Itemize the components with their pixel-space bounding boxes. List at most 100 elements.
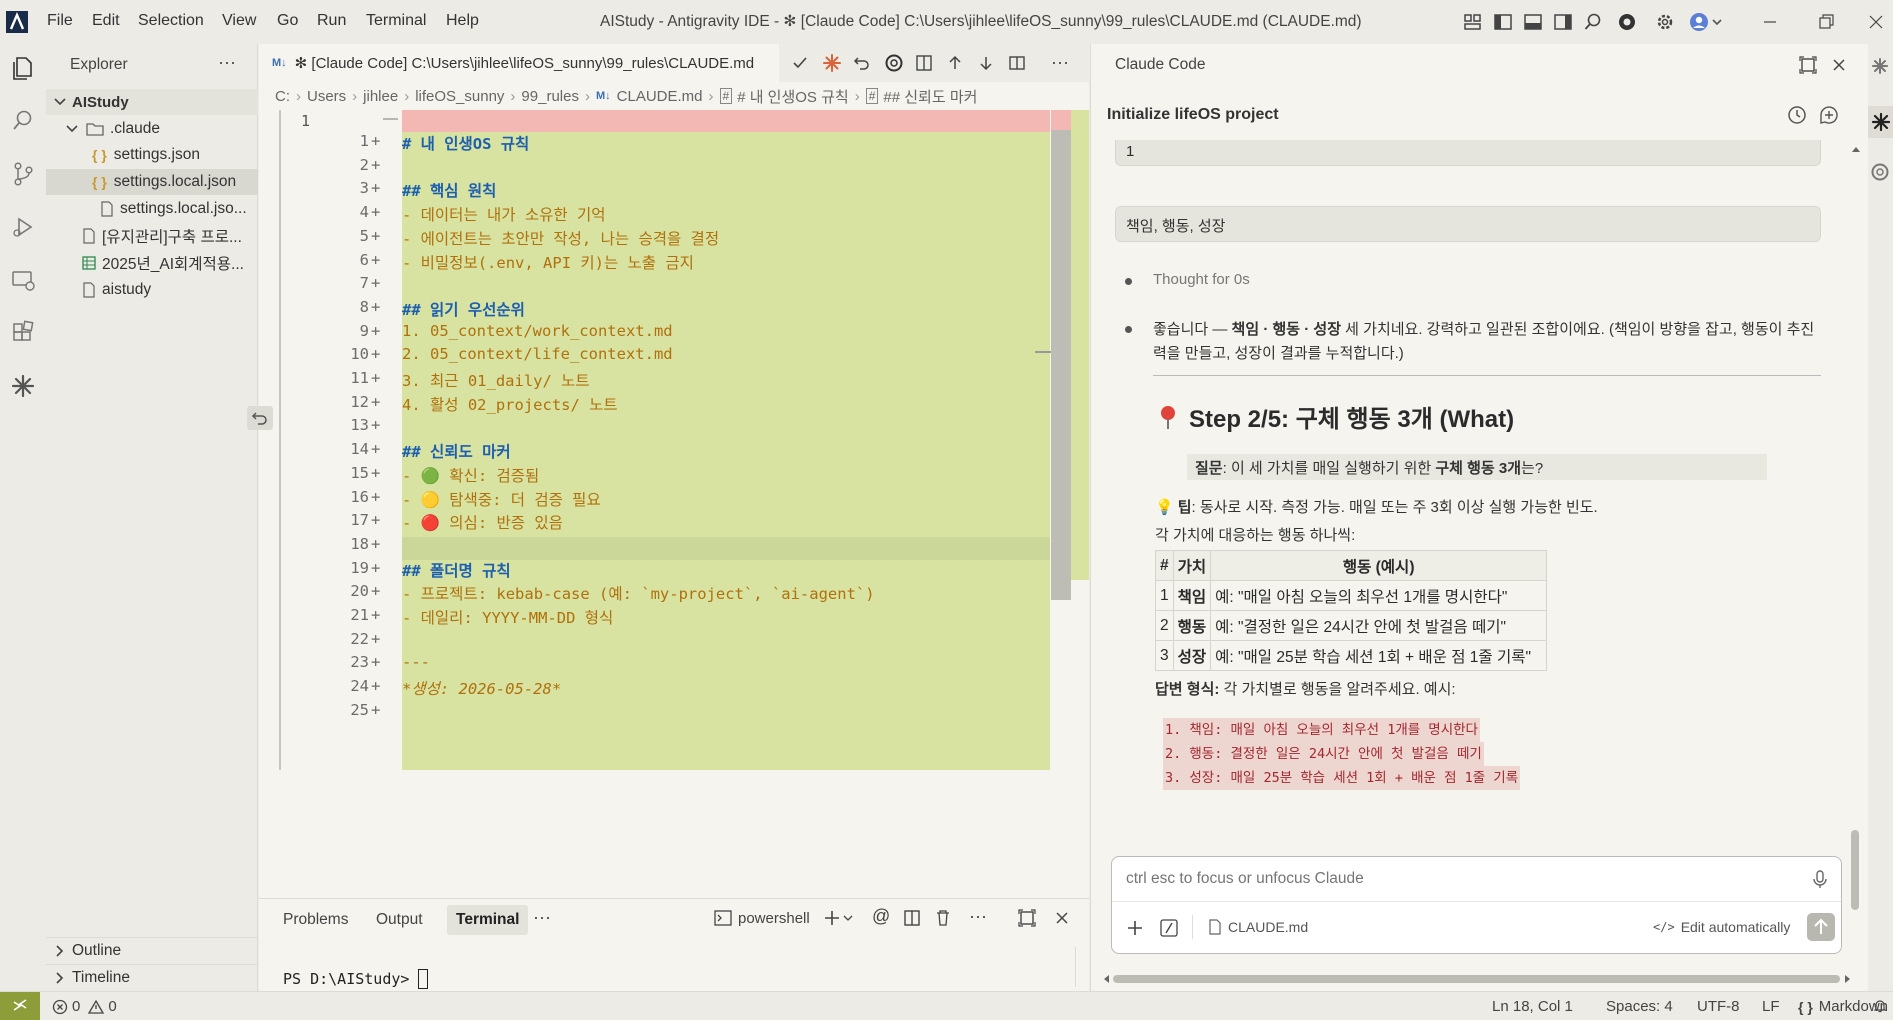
menu-view[interactable]: View — [222, 12, 256, 30]
terminal-more-icon[interactable]: ··· — [969, 906, 987, 927]
code-line[interactable]: 8 + ## 읽기 우선순위 — [259, 298, 1059, 322]
extensions-icon[interactable] — [9, 319, 37, 347]
more-actions-icon[interactable]: ··· — [1051, 52, 1069, 73]
breadcrumb-item[interactable]: C: — [275, 88, 290, 105]
source-control-icon[interactable] — [9, 160, 37, 188]
claude-spark-icon[interactable] — [822, 53, 842, 73]
settings-gear-icon[interactable] — [1655, 12, 1675, 32]
kill-terminal-icon[interactable] — [934, 909, 952, 927]
close-panel-icon[interactable] — [1053, 909, 1071, 927]
code-line[interactable]: 16 + - 🟡 탐색중: 더 검증 필요 — [259, 488, 1059, 512]
timeline-section[interactable]: Timeline — [46, 964, 258, 990]
claude-active-tab[interactable] — [1868, 106, 1893, 138]
maximize-claude-icon[interactable] — [1799, 56, 1817, 74]
menu-terminal[interactable]: Terminal — [366, 12, 426, 30]
code-line[interactable]: 24 + *생성: 2026-05-28* — [259, 677, 1059, 701]
remote-explorer-icon[interactable] — [9, 266, 37, 294]
send-button[interactable] — [1807, 913, 1835, 941]
notifications-icon[interactable] — [1872, 998, 1888, 1014]
undo-icon[interactable] — [853, 54, 871, 72]
code-line[interactable]: 12 +4. 활성 02_projects/ 노트 — [259, 393, 1059, 417]
attached-file-chip[interactable]: CLAUDE.md — [1208, 919, 1308, 935]
menu-run[interactable]: Run — [317, 12, 346, 30]
code-line[interactable]: 6 + - 비밀정보(.env, API 키)는 노출 금지 — [259, 251, 1059, 275]
tree-folder-claude[interactable]: .claude — [46, 116, 258, 142]
history-icon[interactable] — [1786, 104, 1808, 126]
terminal-shell-selector[interactable]: powershell — [714, 909, 810, 927]
tree-file-settings-json[interactable]: { } settings.json — [46, 142, 258, 168]
scroll-left-arrow[interactable] — [1101, 974, 1111, 984]
tab-terminal[interactable]: Terminal — [447, 905, 529, 935]
breadcrumb-item[interactable]: # 내 인생OS 규칙 — [737, 86, 849, 107]
explorer-icon[interactable] — [9, 54, 37, 82]
openai-icon[interactable] — [1870, 162, 1890, 182]
open-preview-icon[interactable] — [915, 54, 933, 72]
code-line[interactable]: 3 + ## 핵심 원칙 — [259, 179, 1059, 203]
new-terminal-icon[interactable] — [824, 909, 854, 927]
menu-selection[interactable]: Selection — [138, 12, 204, 30]
code-line[interactable]: 5 + - 에이전트는 초안만 작성, 나는 승격을 결정 — [259, 227, 1059, 251]
breadcrumb-item[interactable]: jihlee — [363, 88, 398, 105]
customize-layout-icon[interactable] — [1463, 12, 1483, 32]
toggle-sidebar-icon[interactable] — [1493, 12, 1513, 32]
claude-logo-icon[interactable] — [1870, 56, 1890, 76]
claude-prompt-input[interactable] — [1126, 867, 1766, 891]
indentation[interactable]: Spaces: 4 — [1606, 998, 1673, 1015]
terminal-output[interactable]: PS D:\AIStudy> — [283, 969, 429, 989]
encoding[interactable]: UTF-8 — [1697, 998, 1740, 1015]
mention-icon[interactable]: @ — [872, 906, 890, 927]
maximize-panel-icon[interactable] — [1018, 909, 1036, 927]
code-line[interactable]: 18 + — [259, 535, 1059, 559]
breadcrumb-item[interactable]: CLAUDE.md — [617, 88, 703, 105]
tree-file-settings-local-other[interactable]: settings.local.jso... — [46, 196, 258, 222]
menu-file[interactable]: File — [47, 12, 73, 30]
account-icon[interactable] — [1689, 12, 1725, 32]
new-chat-icon[interactable] — [1818, 104, 1840, 126]
workspace-root[interactable]: AIStudy — [46, 89, 258, 115]
code-line[interactable]: 14 + ## 신뢰도 마커 — [259, 440, 1059, 464]
code-line[interactable]: 19 + ## 폴더명 규칙 — [259, 559, 1059, 583]
breadcrumb-item[interactable]: Users — [307, 88, 346, 105]
openai-icon[interactable] — [884, 53, 904, 73]
remote-indicator[interactable] — [0, 992, 40, 1020]
editor-tab-claude-md[interactable]: M↓ ✻ [Claude Code] C:\Users\jihlee\lifeO… — [259, 44, 779, 82]
code-line[interactable]: 4 + - 데이터는 내가 소유한 기억 — [259, 203, 1059, 227]
claude-asterisk-icon[interactable] — [9, 372, 37, 400]
code-lines[interactable]: 1 + # 내 인생OS 규칙 2 +3 + ## 핵심 원칙 4 + - 데이터는 내가 소유한… — [259, 132, 1059, 772]
search-icon[interactable] — [1583, 12, 1603, 32]
close-claude-icon[interactable] — [1830, 56, 1848, 74]
code-line[interactable]: 2 + — [259, 156, 1059, 180]
problems-summary[interactable]: 0 0 — [52, 998, 117, 1015]
close-window-icon[interactable] — [1866, 12, 1886, 32]
thought-label[interactable]: Thought for 0s — [1153, 271, 1250, 288]
cursor-position[interactable]: Ln 18, Col 1 — [1492, 998, 1573, 1015]
sidebar-more-button[interactable]: ··· — [218, 52, 236, 73]
breadcrumb-item[interactable]: 99_rules — [521, 88, 579, 105]
code-line[interactable]: 23 + --- — [259, 653, 1059, 677]
code-line[interactable]: 25 + — [259, 701, 1059, 725]
claude-input-box[interactable]: CLAUDE.md </> Edit automatically — [1111, 856, 1842, 954]
tree-file-ai-accounting[interactable]: 2025년_AI회계적용... — [46, 250, 258, 276]
microphone-icon[interactable] — [1812, 869, 1828, 889]
browser-icon[interactable] — [1617, 12, 1637, 32]
tree-file-aistudy[interactable]: aistudy — [46, 277, 258, 303]
code-line[interactable]: 1 + # 내 인생OS 규칙 — [259, 132, 1059, 156]
search-view-icon[interactable] — [9, 107, 37, 135]
menu-go[interactable]: Go — [277, 12, 298, 30]
tab-output[interactable]: Output — [376, 911, 423, 929]
outline-section[interactable]: Outline — [46, 937, 258, 963]
run-debug-icon[interactable] — [9, 213, 37, 241]
tab-problems[interactable]: Problems — [283, 911, 348, 929]
code-line[interactable]: 7 + — [259, 274, 1059, 298]
slash-command-icon[interactable] — [1160, 919, 1178, 937]
menu-edit[interactable]: Edit — [92, 12, 120, 30]
code-line[interactable]: 10 +2. 05_context/life_context.md — [259, 345, 1059, 369]
code-line[interactable]: 21 + - 데일리: YYYY-MM-DD 형식 — [259, 606, 1059, 630]
edit-mode-selector[interactable]: </> Edit automatically — [1653, 919, 1790, 935]
panel-more-icon[interactable]: ··· — [533, 907, 551, 928]
scroll-right-arrow[interactable] — [1843, 974, 1853, 984]
code-line[interactable]: 17 + - 🔴 의심: 반증 있음 — [259, 511, 1059, 535]
menu-help[interactable]: Help — [446, 12, 479, 30]
tree-file-settings-local-json[interactable]: { } settings.local.json — [46, 169, 258, 195]
split-terminal-icon[interactable] — [903, 909, 921, 927]
